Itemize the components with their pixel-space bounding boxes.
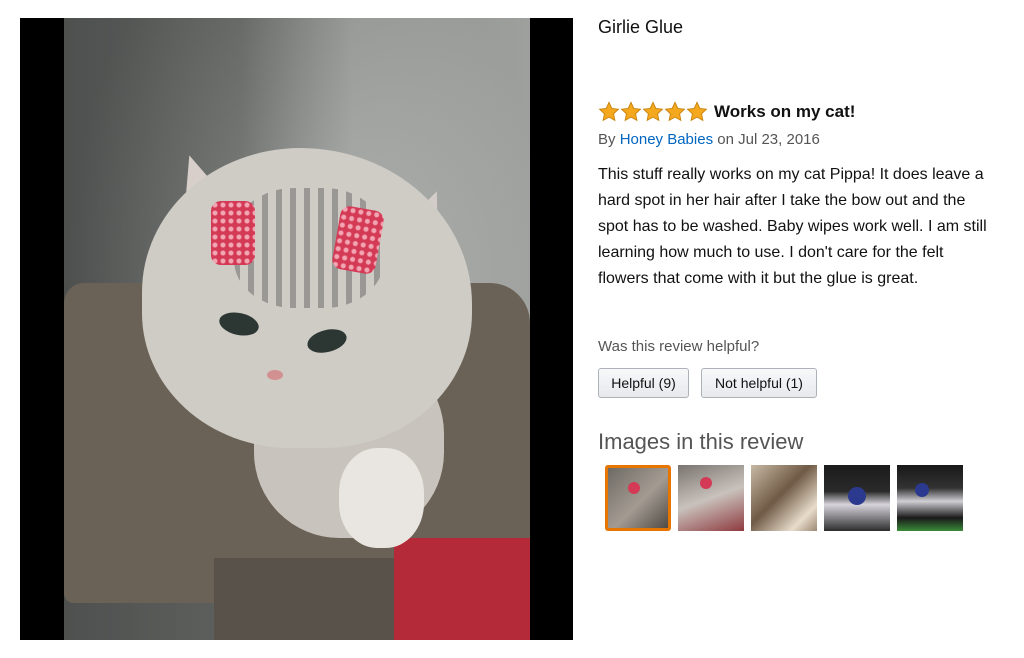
- review-header: Works on my cat!: [598, 101, 855, 123]
- review-title: Works on my cat!: [714, 102, 856, 121]
- helpful-question: Was this review helpful?: [598, 338, 760, 355]
- review-byline: By Honey Babies on Jul 23, 2016: [598, 131, 820, 148]
- star-icon: [620, 101, 642, 122]
- review-image-thumbnail[interactable]: [824, 465, 890, 531]
- review-image-thumbnail[interactable]: [605, 465, 671, 531]
- review-image-thumbnail[interactable]: [897, 465, 963, 531]
- cat-photo: [64, 18, 530, 640]
- helpful-button[interactable]: Helpful (9): [598, 368, 689, 398]
- main-image-viewer: [20, 18, 573, 640]
- images-section-title: Images in this review: [598, 429, 804, 454]
- byline-prefix: By: [598, 131, 616, 148]
- star-icon: [642, 101, 664, 122]
- star-rating: [598, 101, 708, 123]
- review-image-thumbnail[interactable]: [678, 465, 744, 531]
- star-icon: [598, 101, 620, 122]
- not-helpful-button[interactable]: Not helpful (1): [701, 368, 817, 398]
- review-date: on Jul 23, 2016: [717, 131, 820, 148]
- star-icon: [664, 101, 686, 122]
- author-link[interactable]: Honey Babies: [620, 131, 713, 148]
- review-body: This stuff really works on my cat Pippa!…: [598, 166, 987, 287]
- star-icon: [686, 101, 708, 122]
- review-image-thumbnail[interactable]: [751, 465, 817, 531]
- product-title[interactable]: Girlie Glue: [598, 17, 683, 38]
- review-image-thumbnails: [605, 465, 963, 531]
